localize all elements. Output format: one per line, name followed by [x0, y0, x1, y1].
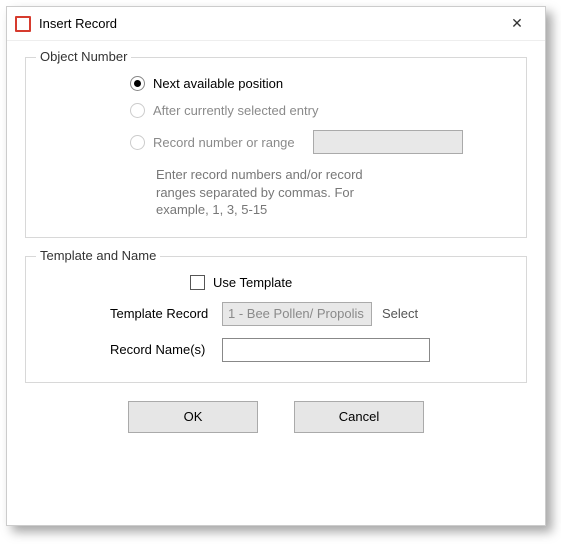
range-hint-text: Enter record numbers and/or record range… — [40, 160, 380, 223]
radio-next-position[interactable]: Next available position — [40, 70, 512, 97]
radio-label-next: Next available position — [153, 76, 283, 91]
template-record-input: 1 - Bee Pollen/ Propolis — [222, 302, 372, 326]
radio-after-selected[interactable]: After currently selected entry — [40, 97, 512, 124]
radio-record-range[interactable]: Record number or range — [40, 124, 512, 160]
record-name-input[interactable] — [222, 338, 430, 362]
radio-label-range: Record number or range — [153, 135, 295, 150]
ok-button-label: OK — [184, 409, 203, 424]
dialog-window: Insert Record ✕ Object Number Next avail… — [0, 0, 561, 546]
radio-icon — [130, 135, 145, 150]
radio-icon — [130, 103, 145, 118]
template-name-legend: Template and Name — [36, 248, 160, 263]
record-name-row: Record Name(s) — [40, 332, 512, 368]
cancel-button-label: Cancel — [339, 409, 379, 424]
object-number-legend: Object Number — [36, 49, 131, 64]
select-button[interactable]: Select — [382, 306, 418, 321]
titlebar: Insert Record ✕ — [7, 7, 545, 41]
window-frame: Insert Record ✕ Object Number Next avail… — [6, 6, 546, 526]
ok-button[interactable]: OK — [128, 401, 258, 433]
use-template-checkbox[interactable] — [190, 275, 205, 290]
use-template-label: Use Template — [213, 275, 292, 290]
record-name-label: Record Name(s) — [110, 342, 222, 357]
template-record-label: Template Record — [110, 306, 222, 321]
cancel-button[interactable]: Cancel — [294, 401, 424, 433]
radio-icon — [130, 76, 145, 91]
button-row: OK Cancel — [25, 401, 527, 433]
template-name-group: Template and Name Use Template Template … — [25, 256, 527, 383]
object-number-group: Object Number Next available position Af… — [25, 57, 527, 238]
use-template-row: Use Template — [40, 269, 512, 296]
record-range-input[interactable] — [313, 130, 463, 154]
window-title: Insert Record — [39, 16, 497, 31]
close-icon: ✕ — [511, 15, 523, 32]
close-button[interactable]: ✕ — [497, 10, 537, 38]
content-area: Object Number Next available position Af… — [7, 41, 545, 447]
app-icon — [15, 16, 31, 32]
template-record-row: Template Record 1 - Bee Pollen/ Propolis… — [40, 296, 512, 332]
radio-label-after: After currently selected entry — [153, 103, 318, 118]
